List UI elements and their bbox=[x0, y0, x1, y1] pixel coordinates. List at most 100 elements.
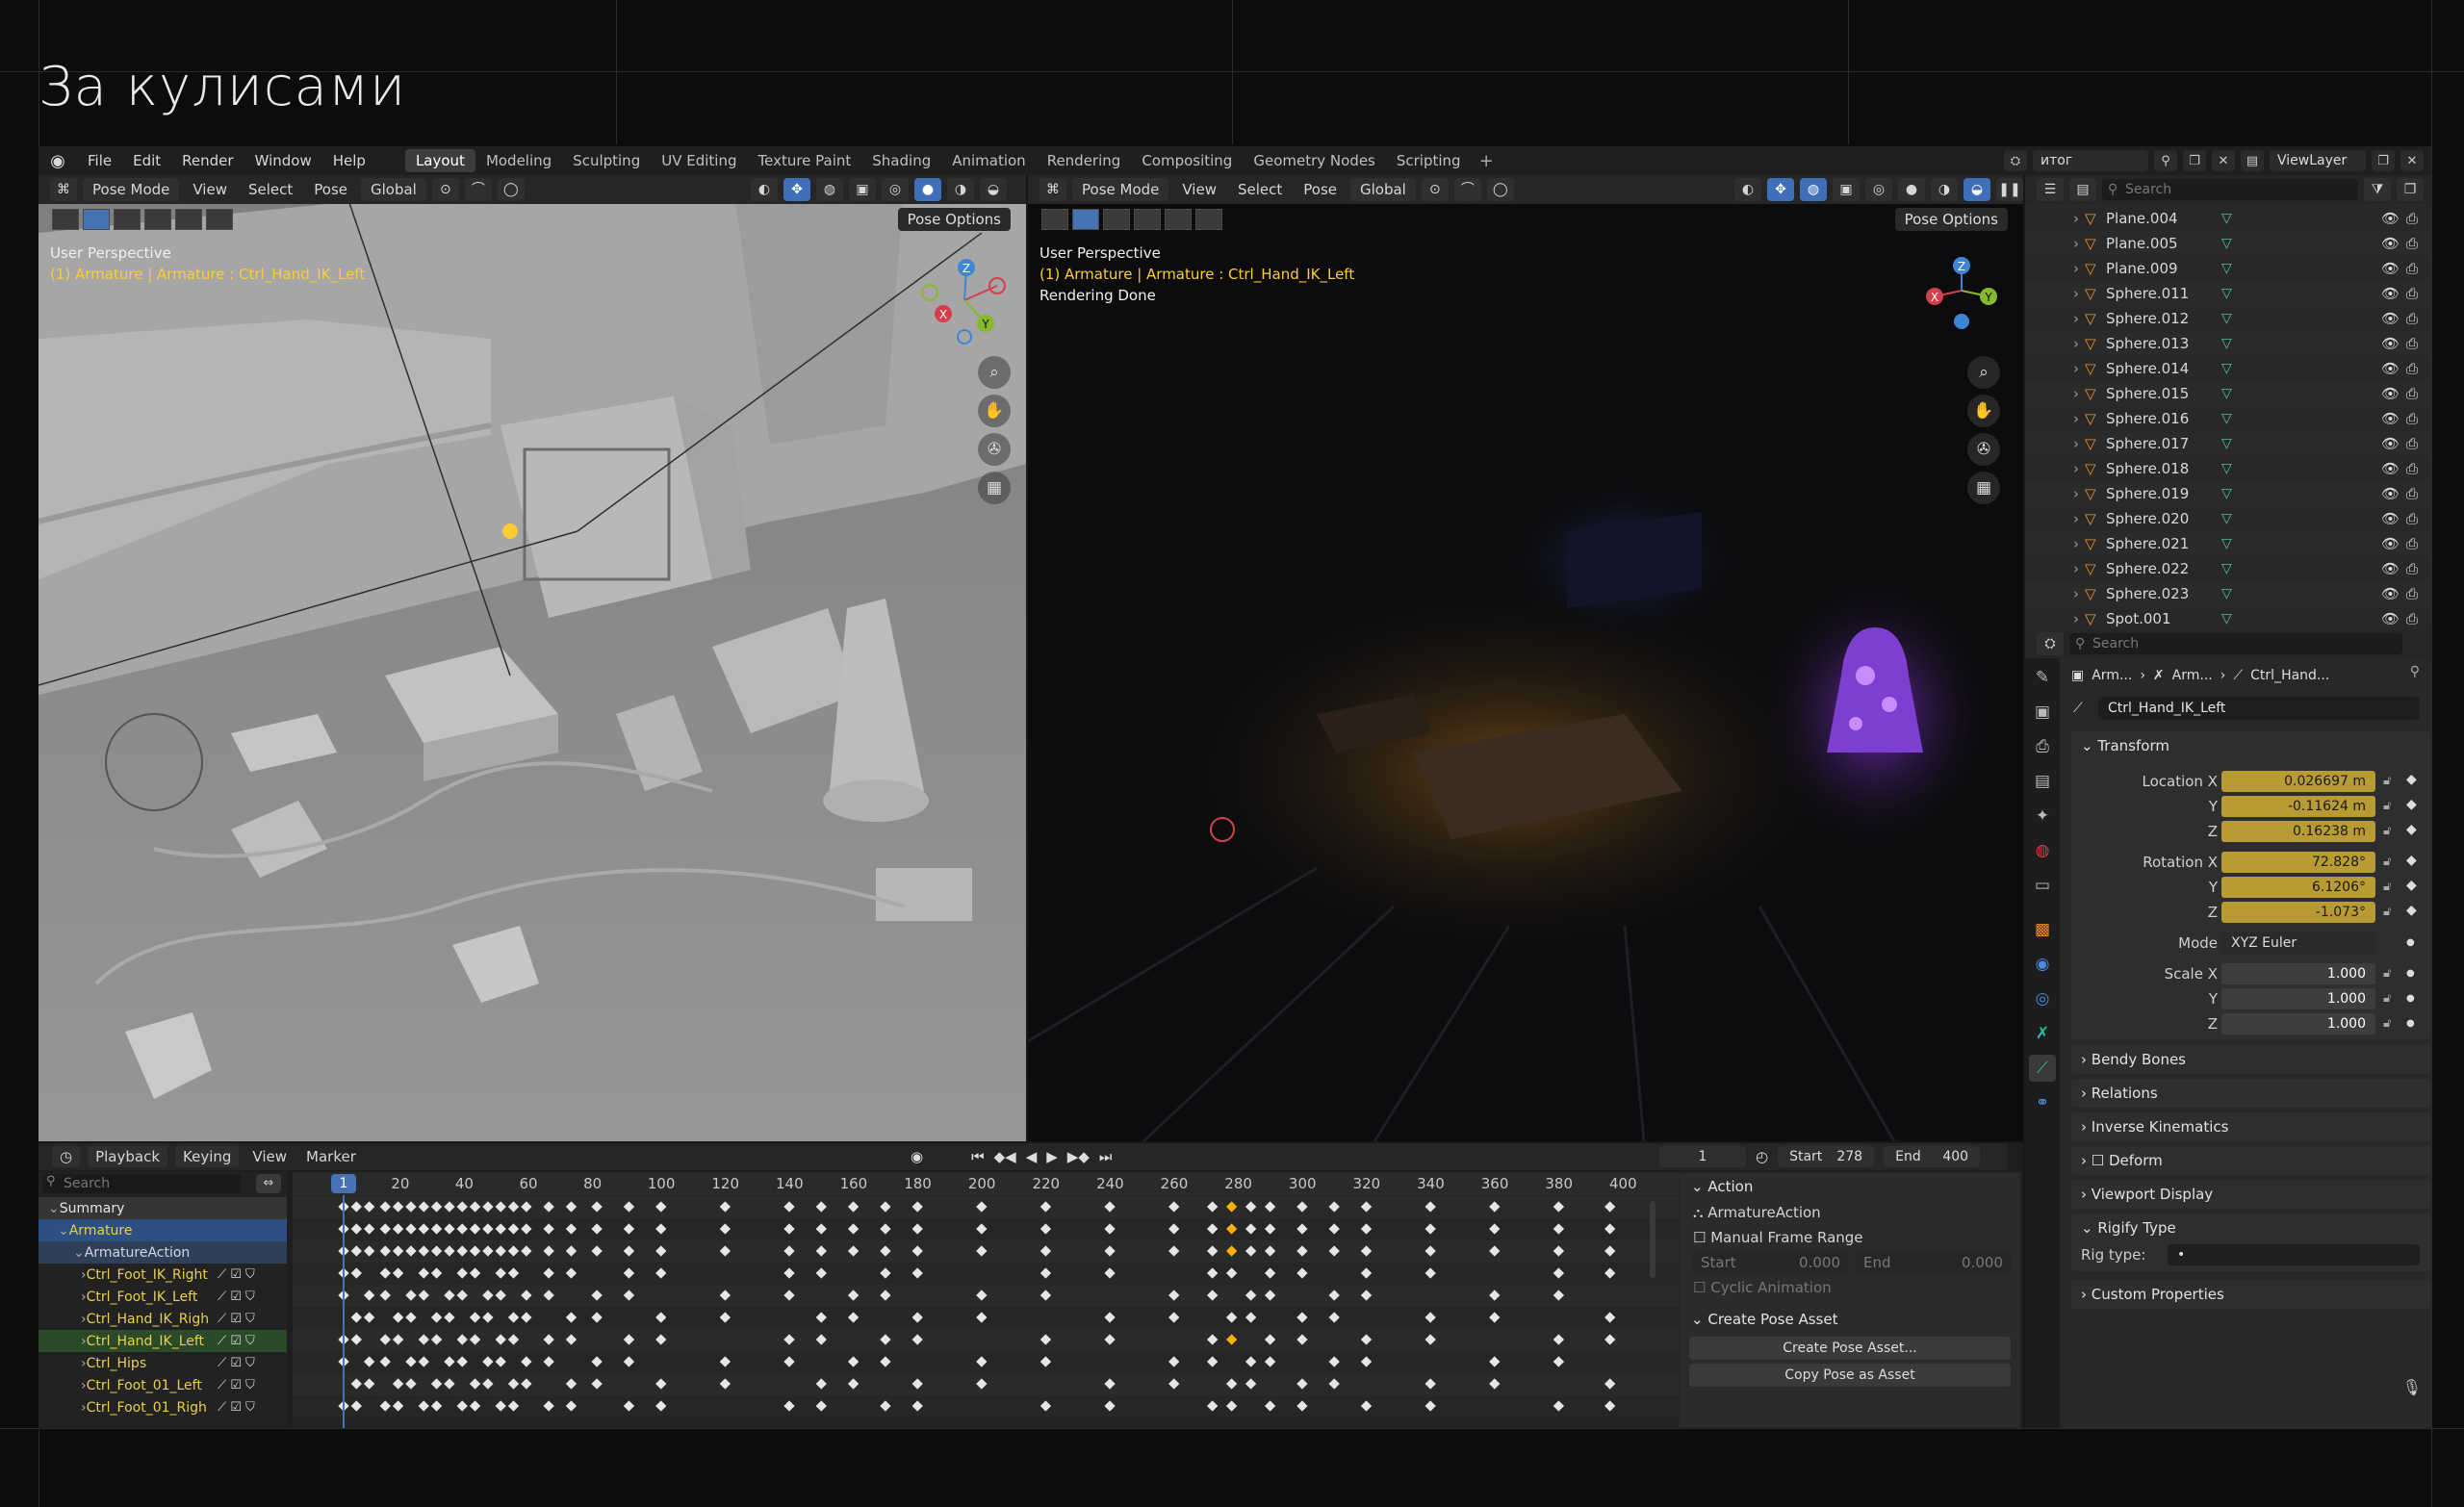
ortho-grid-icon[interactable]: ▦ bbox=[978, 472, 1011, 504]
playback-menu[interactable]: Playback bbox=[88, 1146, 168, 1167]
breadcrumb-object[interactable]: Arm... bbox=[2092, 668, 2132, 683]
jump-start-icon[interactable]: ⏮ bbox=[971, 1148, 985, 1165]
outliner-item[interactable]: › ▽ Sphere.013 ▽ 👁︎ ⎙ bbox=[2025, 331, 2431, 356]
menu-view[interactable]: View bbox=[1174, 181, 1224, 198]
gizmo-icon[interactable]: ✥ bbox=[783, 178, 810, 201]
pivot-icon[interactable]: ⊙ bbox=[1421, 178, 1449, 201]
eye-icon[interactable]: 👁︎ bbox=[2381, 385, 2406, 402]
lock-icon[interactable]: 🔓︎ bbox=[2383, 824, 2391, 838]
filter-icon[interactable]: ⧩ bbox=[2364, 178, 2391, 201]
keyframe-icon[interactable]: ◆ bbox=[2406, 772, 2417, 787]
tab-geometry-nodes[interactable]: Geometry Nodes bbox=[1243, 149, 1386, 172]
camera-icon[interactable]: ⎙ bbox=[2406, 460, 2431, 477]
properties-search-input[interactable]: Search ⚲ bbox=[2069, 633, 2402, 654]
expand-icon[interactable]: › bbox=[2025, 285, 2085, 302]
channel-row[interactable]: ⌄ Summary bbox=[38, 1197, 287, 1219]
outliner-item[interactable]: › ▽ Sphere.014 ▽ 👁︎ ⎙ bbox=[2025, 356, 2431, 381]
editor-type-icon[interactable]: ⌘ bbox=[50, 178, 77, 201]
outliner-item[interactable]: › ▽ Sphere.020 ▽ 👁︎ ⎙ bbox=[2025, 506, 2431, 531]
camera-icon[interactable]: ⎙ bbox=[2406, 235, 2431, 252]
camera-icon[interactable]: ⎙ bbox=[2406, 385, 2431, 402]
dot-icon[interactable]: ● bbox=[2406, 1018, 2415, 1029]
start-frame-field[interactable]: Start 278 bbox=[1778, 1146, 1875, 1167]
inverse-kinematics-panel[interactable]: › Inverse Kinematics bbox=[2071, 1112, 2431, 1141]
select-mode-extend[interactable] bbox=[114, 209, 141, 230]
visibility-icon[interactable]: ◐ bbox=[1734, 178, 1761, 201]
outliner-item[interactable]: › ▽ Plane.004 ▽ 👁︎ ⎙ bbox=[2025, 206, 2431, 231]
pan-hand-icon[interactable]: ✋ bbox=[978, 395, 1011, 427]
view-layer-tab-icon[interactable]: ▤ bbox=[2029, 768, 2056, 795]
camera-view-icon[interactable]: ✇ bbox=[978, 433, 1011, 466]
menu-render[interactable]: Render bbox=[171, 146, 244, 175]
jump-keyframe-forward-icon[interactable]: ▶◆ bbox=[1067, 1148, 1090, 1165]
output-tab-icon[interactable]: ⎙ bbox=[2029, 733, 2056, 760]
overlay-icon[interactable]: ◍ bbox=[816, 178, 843, 201]
breadcrumb-armature[interactable]: Arm... bbox=[2172, 668, 2213, 683]
select-mode-invert[interactable] bbox=[1165, 209, 1192, 230]
zoom-icon[interactable]: ⌕ bbox=[1967, 356, 2000, 389]
eye-icon[interactable]: 👁︎ bbox=[2381, 585, 2406, 602]
tab-animation[interactable]: Animation bbox=[941, 149, 1036, 172]
bone-constraint-tab-icon[interactable]: ⚭ bbox=[2029, 1089, 2056, 1116]
physics-tab-icon[interactable]: ◎ bbox=[2029, 985, 2056, 1012]
jump-end-icon[interactable]: ⏭ bbox=[1099, 1148, 1113, 1165]
camera-icon[interactable]: ⎙ bbox=[2406, 610, 2431, 627]
bendy-bones-panel[interactable]: › Bendy Bones bbox=[2071, 1045, 2431, 1074]
scale-y-field[interactable]: 1.000 bbox=[2221, 988, 2375, 1009]
chevron-icon[interactable]: ⌄ bbox=[73, 1245, 85, 1261]
eye-icon[interactable]: 👁︎ bbox=[2381, 535, 2406, 552]
manual-range-checkbox[interactable]: ☐ Manual Frame Range bbox=[1680, 1225, 2020, 1250]
expand-icon[interactable]: › bbox=[2025, 510, 2085, 527]
menu-pose[interactable]: Pose bbox=[1296, 181, 1345, 198]
eye-icon[interactable]: 👁︎ bbox=[2381, 210, 2406, 227]
eye-icon[interactable]: 👁︎ bbox=[2381, 335, 2406, 352]
action-start-field[interactable]: Start 0.000 bbox=[1693, 1250, 1848, 1275]
camera-icon[interactable]: ⎙ bbox=[2406, 360, 2431, 377]
tab-compositing[interactable]: Compositing bbox=[1131, 149, 1243, 172]
channel-row[interactable]: ⌄ Armature bbox=[38, 1219, 287, 1241]
tab-sculpting[interactable]: Sculpting bbox=[562, 149, 651, 172]
blender-logo-icon[interactable]: ◉ bbox=[38, 151, 77, 171]
camera-icon[interactable]: ⎙ bbox=[2406, 585, 2431, 602]
view-layer-field[interactable]: ViewLayer bbox=[2270, 150, 2366, 171]
keyframe-icon[interactable]: ◆ bbox=[2406, 878, 2417, 893]
proportional-icon[interactable]: ◯ bbox=[497, 178, 525, 201]
channel-toggles-icon[interactable]: ⟋ ☑ ⛉ bbox=[218, 1378, 255, 1392]
camera-icon[interactable]: ⎙ bbox=[2406, 260, 2431, 277]
expand-icon[interactable]: › bbox=[2025, 410, 2085, 427]
eye-icon[interactable]: 👁︎ bbox=[2381, 360, 2406, 377]
eye-icon[interactable]: 👁︎ bbox=[2381, 460, 2406, 477]
eye-icon[interactable]: 👁︎ bbox=[2381, 510, 2406, 527]
modifier-tab-icon[interactable]: ◉ bbox=[2029, 951, 2056, 978]
camera-icon[interactable]: ⎙ bbox=[2406, 410, 2431, 427]
keyframe-icon[interactable]: ◆ bbox=[2406, 853, 2417, 868]
select-tool-icon[interactable] bbox=[52, 209, 79, 230]
orientation-select[interactable]: Global bbox=[361, 178, 426, 201]
rendered-shading-icon[interactable]: ◒ bbox=[1964, 178, 1990, 201]
keyframe-area[interactable]: 1 20 40 60 80 100 120 140 160 180 200 220 240 260 280… bbox=[293, 1172, 1692, 1428]
snap-icon[interactable]: ⌒ bbox=[1453, 178, 1481, 201]
object-tab-icon[interactable]: ▩ bbox=[2029, 916, 2056, 943]
editor-type-icon[interactable]: ⛭ bbox=[2037, 632, 2064, 655]
custom-properties-panel[interactable]: › Custom Properties bbox=[2071, 1280, 2431, 1309]
eye-icon[interactable]: 👁︎ bbox=[2381, 485, 2406, 502]
microphone-icon[interactable]: 🎙︎ bbox=[2402, 1378, 2422, 1396]
solid-shading-icon[interactable]: ● bbox=[914, 178, 941, 201]
camera-view-icon[interactable]: ✇ bbox=[1967, 433, 2000, 466]
channel-toggles-icon[interactable]: ⟋ ☑ ⛉ bbox=[218, 1356, 255, 1370]
eye-icon[interactable]: 👁︎ bbox=[2381, 610, 2406, 627]
menu-pose[interactable]: Pose bbox=[306, 181, 355, 198]
keying-menu[interactable]: Keying bbox=[175, 1146, 240, 1167]
expand-icon[interactable]: › bbox=[2025, 210, 2085, 227]
menu-file[interactable]: File bbox=[77, 146, 122, 175]
viewport-display-panel[interactable]: › Viewport Display bbox=[2071, 1180, 2431, 1209]
channel-search-input[interactable]: Search bbox=[42, 1174, 241, 1193]
bone-tab-icon[interactable]: ⟋ bbox=[2029, 1055, 2056, 1082]
action-end-field[interactable]: End 0.000 bbox=[1856, 1250, 2011, 1275]
expand-icon[interactable]: › bbox=[2025, 310, 2085, 327]
scale-z-field[interactable]: 1.000 bbox=[2221, 1013, 2375, 1034]
select-mode-invert[interactable] bbox=[175, 209, 202, 230]
orientation-select[interactable]: Global bbox=[1350, 178, 1416, 201]
remove-layer-icon[interactable]: ✕ bbox=[2400, 150, 2424, 171]
material-shading-icon[interactable]: ◑ bbox=[1931, 178, 1958, 201]
